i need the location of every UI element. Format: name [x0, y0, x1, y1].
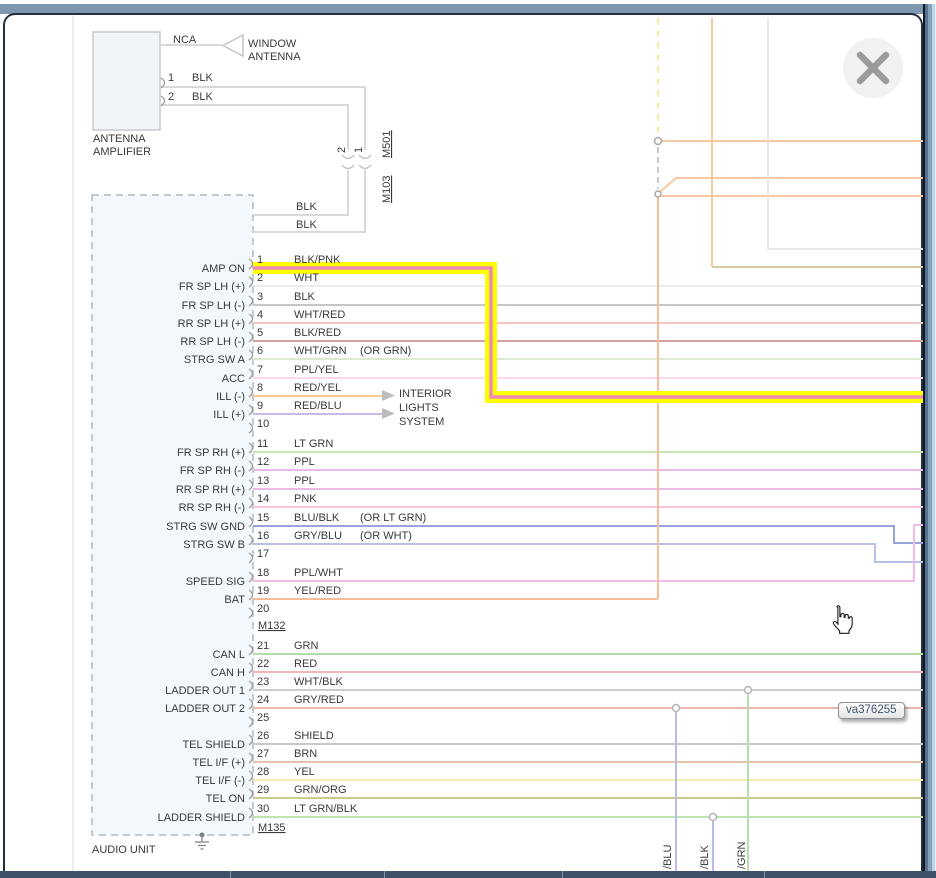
bottom-bar-divider — [230, 871, 231, 878]
close-button[interactable] — [843, 38, 903, 98]
x-icon — [843, 38, 903, 98]
window-right-border — [923, 4, 936, 871]
screen: 1BLK/PNKAMP ON2WHTFR SP LH (+)3BLKFR SP … — [0, 0, 936, 878]
bottom-bar-divider — [384, 871, 385, 878]
bottom-bar — [0, 871, 936, 878]
bottom-bar-divider — [562, 871, 563, 878]
hand-pointer-icon — [828, 604, 854, 643]
hover-tooltip: va376255 — [838, 702, 905, 719]
bottom-bar-divider — [764, 871, 765, 878]
diagram-panel — [3, 13, 923, 878]
